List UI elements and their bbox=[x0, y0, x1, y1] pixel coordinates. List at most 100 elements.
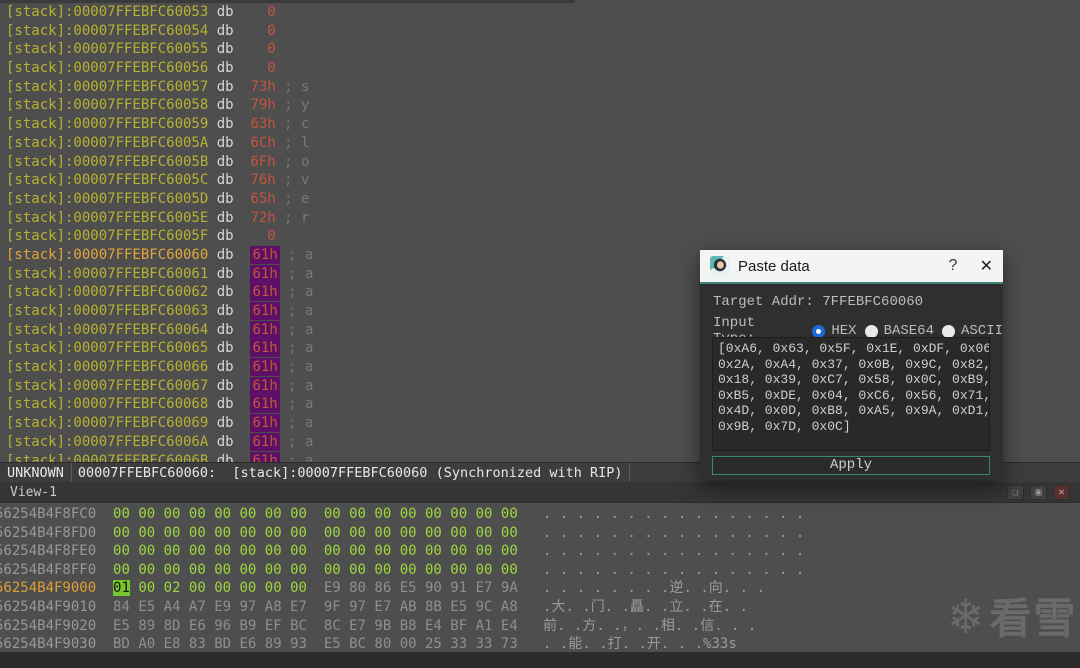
stack-comment: ; a bbox=[279, 359, 314, 376]
stack-row[interactable]: [stack]:00007FFEBFC60058 db 79h ; y bbox=[0, 96, 1080, 115]
db-directive: db bbox=[208, 172, 251, 189]
hex-address: 56254B4F8FC0 bbox=[0, 506, 97, 522]
stack-value: 61h bbox=[250, 264, 280, 283]
hex-byte: E7 bbox=[374, 598, 392, 615]
stack-address: [stack]:00007FFEBFC60053 bbox=[6, 4, 209, 20]
hex-ascii: . . . . . . . . . . . . . . . . bbox=[543, 543, 805, 560]
hex-row[interactable]: 56254B4F9020 E5 89 8D E6 96 B9 EF BC 8C … bbox=[0, 617, 1075, 636]
db-directive: db bbox=[208, 153, 251, 170]
stack-value: 6Ch bbox=[250, 134, 276, 151]
hex-byte: E9 bbox=[323, 580, 341, 597]
radio-icon[interactable] bbox=[864, 324, 878, 338]
maximize-icon[interactable]: ▣ bbox=[1030, 484, 1047, 500]
stack-value: 73h bbox=[250, 78, 276, 95]
close-icon[interactable]: ✕ bbox=[1053, 484, 1070, 500]
hex-row[interactable]: 56254B4F8FE0 00 00 00 00 00 00 00 00 00 … bbox=[0, 542, 1075, 561]
hex-byte: 00 bbox=[264, 561, 282, 578]
hex-byte: 00 bbox=[450, 524, 468, 541]
hex-rows: 56254B4F8FC0 00 00 00 00 00 00 00 00 00 … bbox=[0, 505, 1080, 652]
hex-byte: 00 bbox=[399, 506, 417, 522]
stack-value: 61h bbox=[250, 339, 280, 358]
hex-byte: 00 bbox=[475, 543, 493, 560]
stack-value: 63h bbox=[250, 116, 276, 133]
hex-byte: BF bbox=[450, 617, 468, 634]
stack-value: 61h bbox=[250, 358, 280, 377]
stack-comment: ; a bbox=[279, 377, 314, 394]
hex-byte: 00 bbox=[374, 506, 392, 522]
hex-row[interactable]: 56254B4F9030 BD A0 E8 83 BD E6 89 93 E5 … bbox=[0, 635, 1075, 652]
hex-row[interactable]: 56254B4F9000 01 00 02 00 00 00 00 00 E9 … bbox=[0, 579, 1075, 598]
apply-button[interactable]: Apply bbox=[712, 456, 990, 475]
hex-byte: 00 bbox=[399, 524, 417, 541]
stack-address: [stack]:00007FFEBFC60056 bbox=[6, 60, 209, 77]
hex-byte: 00 bbox=[349, 543, 366, 560]
hex-byte: 00 bbox=[425, 524, 442, 541]
hex-byte: A1 bbox=[475, 617, 493, 634]
hex-byte: 00 bbox=[113, 524, 130, 541]
hex-byte: 00 bbox=[214, 543, 232, 560]
hex-byte: 00 bbox=[323, 524, 341, 541]
hex-byte: 00 bbox=[290, 524, 307, 541]
hex-byte: 00 bbox=[113, 561, 130, 578]
stack-value: 0 bbox=[250, 228, 276, 245]
dialog-titlebar[interactable]: Paste data ? ✕ bbox=[700, 250, 1003, 282]
dock-icon[interactable]: ❏ bbox=[1007, 484, 1024, 500]
hex-byte: 00 bbox=[163, 506, 181, 522]
stack-address: [stack]:00007FFEBFC60068 bbox=[6, 396, 209, 413]
stack-value: 76h bbox=[250, 172, 276, 189]
stack-value: 61h bbox=[250, 451, 280, 462]
stack-row[interactable]: [stack]:00007FFEBFC60057 db 73h ; s bbox=[0, 78, 1080, 97]
stack-comment: ; r bbox=[275, 209, 310, 226]
hex-byte: A8 bbox=[500, 598, 518, 615]
hex-byte: A8 bbox=[264, 598, 282, 615]
stack-row[interactable]: [stack]:00007FFEBFC60055 db 0 bbox=[0, 40, 1080, 59]
stack-row[interactable]: [stack]:00007FFEBFC60054 db 0 bbox=[0, 22, 1080, 41]
hex-byte: 8D bbox=[163, 617, 181, 634]
stack-value: 0 bbox=[250, 41, 276, 58]
stack-row[interactable]: [stack]:00007FFEBFC6005D db 65h ; e bbox=[0, 190, 1080, 209]
hex-byte: 00 bbox=[374, 561, 392, 578]
stack-value: 79h bbox=[250, 97, 276, 114]
hex-byte: 00 bbox=[138, 561, 156, 578]
hex-byte: BD bbox=[113, 636, 130, 652]
help-button[interactable]: ? bbox=[941, 257, 965, 275]
stack-row[interactable]: [stack]:00007FFEBFC6005E db 72h ; r bbox=[0, 209, 1080, 228]
stack-address: [stack]:00007FFEBFC60066 bbox=[6, 359, 209, 376]
stack-row[interactable]: [stack]:00007FFEBFC6005B db 6Fh ; o bbox=[0, 153, 1080, 172]
radio-icon[interactable] bbox=[941, 324, 955, 338]
stack-row[interactable]: [stack]:00007FFEBFC6005A db 6Ch ; l bbox=[0, 134, 1080, 153]
hex-byte: 00 bbox=[500, 524, 518, 541]
stack-row[interactable]: [stack]:00007FFEBFC6005C db 76h ; v bbox=[0, 171, 1080, 190]
hex-byte: E4 bbox=[500, 617, 518, 634]
hex-address: 56254B4F9020 bbox=[0, 617, 97, 634]
radio-icon[interactable] bbox=[812, 324, 826, 338]
hex-ascii: . . . . . . . . . . . . . . . . bbox=[543, 506, 805, 522]
stack-row[interactable]: [stack]:00007FFEBFC60053 db 0 bbox=[0, 3, 1080, 22]
db-directive: db bbox=[208, 284, 251, 301]
hex-byte: 00 bbox=[264, 524, 282, 541]
hex-byte: 00 bbox=[399, 543, 417, 560]
hex-row[interactable]: 56254B4F8FF0 00 00 00 00 00 00 00 00 00 … bbox=[0, 561, 1075, 580]
stack-address: [stack]:00007FFEBFC60063 bbox=[6, 303, 209, 319]
status-address-text: 00007FFEBFC60060: [stack]:00007FFEBFC600… bbox=[72, 463, 630, 482]
stack-address: [stack]:00007FFEBFC60061 bbox=[6, 265, 209, 282]
hex-row[interactable]: 56254B4F8FD0 00 00 00 00 00 00 00 00 00 … bbox=[0, 524, 1075, 543]
dialog-close-icon[interactable]: ✕ bbox=[965, 256, 993, 276]
hex-byte: E5 bbox=[113, 617, 130, 634]
dialog-body: Target Addr: 7FFEBFC60060 Input Type: HE… bbox=[700, 282, 1003, 480]
hex-byte: E5 bbox=[450, 598, 468, 615]
hex-ascii: . . . . . . . . . . . . . . . . bbox=[543, 524, 805, 541]
paste-data-input[interactable]: [0xA6, 0x63, 0x5F, 0x1E, 0xDF, 0x06, 0x2… bbox=[712, 337, 990, 451]
hex-row[interactable]: 56254B4F8FC0 00 00 00 00 00 00 00 00 00 … bbox=[0, 505, 1075, 524]
hex-dump-pane[interactable]: 56254B4F8FC0 00 00 00 00 00 00 00 00 00 … bbox=[0, 503, 1080, 652]
stack-row[interactable]: [stack]:00007FFEBFC60056 db 0 bbox=[0, 59, 1080, 78]
hex-byte: E4 bbox=[425, 617, 442, 634]
stack-row[interactable]: [stack]:00007FFEBFC6005F db 0 bbox=[0, 227, 1080, 246]
stack-value: 65h bbox=[250, 190, 276, 207]
hex-address: 56254B4F8FF0 bbox=[0, 561, 97, 578]
hex-row[interactable]: 56254B4F9010 84 E5 A4 A7 E9 97 A8 E7 9F … bbox=[0, 598, 1075, 617]
hex-byte: 00 bbox=[500, 506, 518, 522]
stack-row[interactable]: [stack]:00007FFEBFC60059 db 63h ; c bbox=[0, 115, 1080, 134]
hex-byte: 80 bbox=[349, 580, 366, 597]
hex-byte: 00 bbox=[163, 561, 181, 578]
